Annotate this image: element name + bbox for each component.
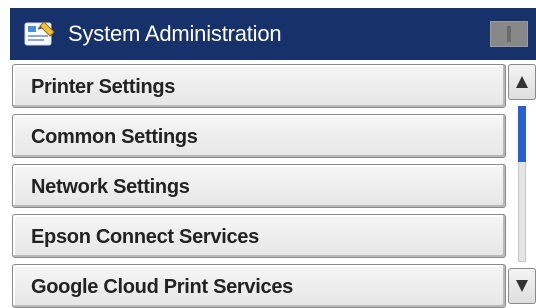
menu-item-printer-settings[interactable]: Printer Settings <box>12 64 506 108</box>
arrow-down-icon <box>516 280 528 292</box>
menu-item-label: Network Settings <box>31 176 190 198</box>
menu-item-label: Epson Connect Services <box>31 226 259 248</box>
menu-item-network-settings[interactable]: Network Settings <box>12 164 506 208</box>
status-indicator-icon[interactable] <box>490 21 528 47</box>
scroll-thumb[interactable] <box>518 106 526 162</box>
menu-item-label: Common Settings <box>31 126 198 148</box>
page-title: System Administration <box>68 21 282 46</box>
arrow-up-icon <box>516 76 528 88</box>
menu-item-google-cloud-print-services[interactable]: Google Cloud Print Services <box>12 264 506 308</box>
menu-item-common-settings[interactable]: Common Settings <box>12 114 506 158</box>
screen: System Administration Printer Settings C… <box>0 0 536 308</box>
scrollbar[interactable] <box>508 62 536 308</box>
scroll-down-button[interactable] <box>508 268 536 304</box>
menu-item-epson-connect-services[interactable]: Epson Connect Services <box>12 214 506 258</box>
menu-item-label: Google Cloud Print Services <box>31 276 293 298</box>
menu-item-label: Printer Settings <box>31 76 176 98</box>
scroll-up-button[interactable] <box>508 64 536 100</box>
title-bar: System Administration <box>10 8 536 60</box>
system-admin-icon <box>24 20 56 48</box>
